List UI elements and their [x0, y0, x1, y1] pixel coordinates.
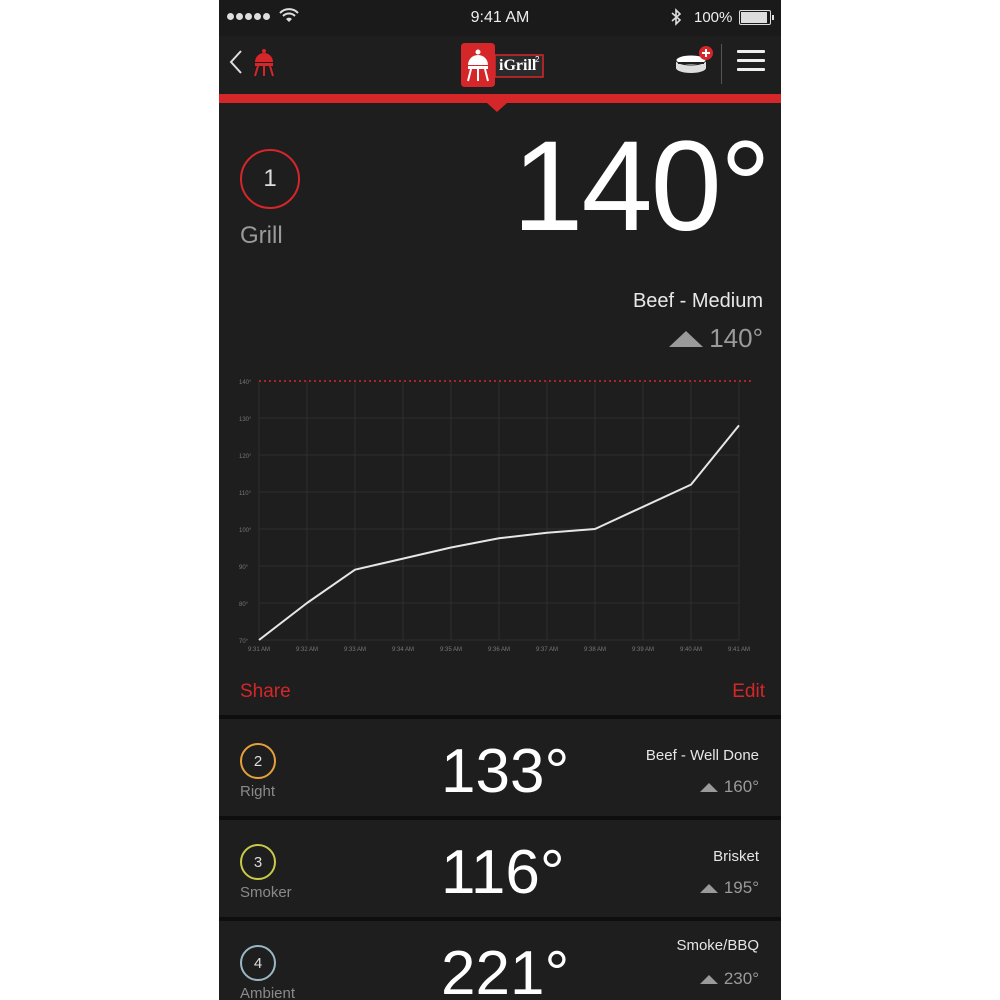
- back-chevron-icon[interactable]: [229, 49, 243, 75]
- edit-button[interactable]: Edit: [732, 681, 765, 703]
- y-tick-label: 100°: [239, 528, 252, 534]
- battery-icon: [739, 10, 774, 25]
- probe-target: 230°: [699, 969, 759, 989]
- probe-target: 195°: [699, 878, 759, 898]
- y-tick-label: 70°: [239, 639, 249, 645]
- target-temperature: 140°: [669, 323, 763, 354]
- bluetooth-icon: [671, 8, 682, 26]
- y-tick-label: 130°: [239, 417, 252, 423]
- x-tick-label: 9:40 AM: [680, 647, 702, 653]
- probe-name: Smoker: [240, 884, 292, 901]
- probe-preset: Brisket: [713, 848, 759, 865]
- y-tick-label: 120°: [239, 454, 252, 460]
- phone-screen: 9:41 AM 100% iGrill 2 1 Grill 140° Beef …: [219, 0, 781, 1000]
- probe-row-3[interactable]: 3 Smoker 116° Brisket 195°: [219, 820, 781, 917]
- x-tick-label: 9:36 AM: [488, 647, 510, 653]
- probe-target-value: 230°: [723, 969, 759, 988]
- status-bar: 9:41 AM 100%: [219, 0, 781, 36]
- weber-kettle-icon[interactable]: [253, 48, 275, 78]
- probe-number-badge: 1: [240, 149, 300, 209]
- share-button[interactable]: Share: [240, 681, 291, 703]
- current-temperature: 140°: [512, 115, 771, 258]
- target-triangle-icon: [669, 330, 704, 347]
- probe-temperature: 221°: [441, 939, 570, 1000]
- y-tick-label: 140°: [239, 380, 252, 386]
- x-tick-label: 9:38 AM: [584, 647, 606, 653]
- probe-name: Right: [240, 783, 276, 800]
- target-triangle-icon: [699, 974, 718, 984]
- target-triangle-icon: [699, 782, 718, 792]
- igrill-logo: iGrill 2: [457, 43, 547, 92]
- probe-preset: Beef - Well Done: [645, 747, 759, 764]
- active-probe-bar: [219, 94, 781, 103]
- x-tick-label: 9:32 AM: [296, 647, 318, 653]
- x-tick-label: 9:34 AM: [392, 647, 414, 653]
- logo-superscript: 2: [535, 55, 540, 64]
- probe-number-badge: 3: [240, 844, 276, 880]
- y-tick-label: 80°: [239, 602, 249, 608]
- probe-row-4[interactable]: 4 Ambient 221° Smoke/BBQ 230°: [219, 921, 781, 1000]
- probe-target-value: 160°: [723, 777, 759, 796]
- y-tick-label: 90°: [239, 565, 249, 571]
- logo-text: iGrill: [499, 57, 537, 74]
- probe-target-value: 195°: [723, 878, 759, 897]
- probe-name: Ambient: [240, 985, 296, 1000]
- x-tick-label: 9:33 AM: [344, 647, 366, 653]
- probe-temperature: 116°: [441, 838, 565, 907]
- active-probe-notch: [487, 103, 507, 112]
- probe-number-badge: 4: [240, 945, 276, 981]
- hamburger-menu-icon[interactable]: [737, 50, 765, 72]
- x-tick-label: 9:35 AM: [440, 647, 462, 653]
- probe-target: 160°: [699, 777, 759, 797]
- target-triangle-icon: [699, 883, 718, 893]
- nav-divider: [721, 44, 722, 84]
- main-probe-panel[interactable]: 1 Grill 140° Beef - Medium 140° 140° 130°…: [219, 103, 781, 715]
- probe-name: Grill: [240, 222, 283, 249]
- add-probe-icon[interactable]: [675, 46, 715, 80]
- probe-number-badge: 2: [240, 743, 276, 779]
- x-tick-label: 9:39 AM: [632, 647, 654, 653]
- x-tick-label: 9:31 AM: [248, 647, 270, 653]
- target-temperature-value: 140°: [709, 323, 763, 353]
- probe-temperature: 133°: [441, 737, 570, 806]
- navigation-bar: iGrill 2: [219, 36, 781, 94]
- battery-percentage: 100%: [694, 9, 733, 26]
- preset-name: Beef - Medium: [632, 290, 763, 312]
- x-tick-label: 9:41 AM: [728, 647, 750, 653]
- temperature-graph: 140° 130° 120° 110° 100° 90° 80° 70° 9:31 AM 9:32…: [239, 380, 751, 653]
- x-tick-label: 9:37 AM: [536, 647, 558, 653]
- y-tick-label: 110°: [239, 491, 252, 497]
- probe-preset: Smoke/BBQ: [676, 937, 759, 954]
- probe-row-2[interactable]: 2 Right 133° Beef - Well Done 160°: [219, 719, 781, 816]
